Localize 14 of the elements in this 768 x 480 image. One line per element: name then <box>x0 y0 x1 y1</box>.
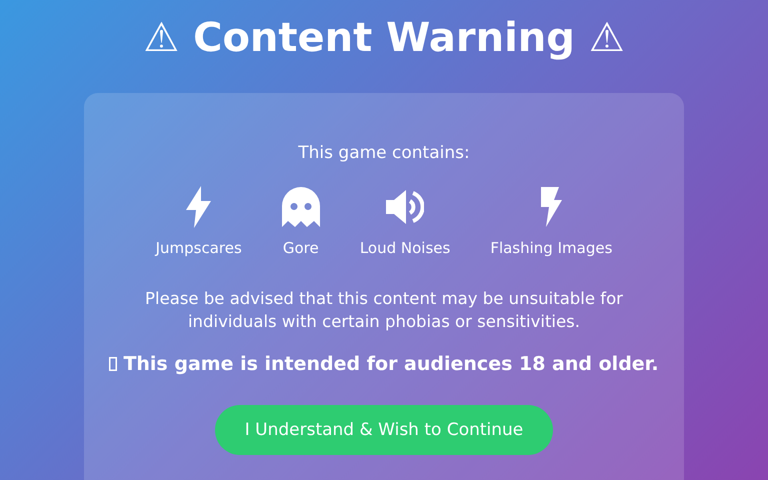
age-notice: This game is intended for audiences 18 and older. <box>123 353 659 375</box>
ghost-icon <box>282 187 320 227</box>
lightning-bolt-icon <box>539 187 564 227</box>
content-label: Loud Noises <box>360 239 450 257</box>
lightning-bolt-icon <box>186 186 212 228</box>
content-label: Jumpscares <box>156 239 242 257</box>
content-label: Flashing Images <box>490 239 612 257</box>
intro-text: This game contains: <box>298 143 470 163</box>
page-title: ⚠ Content Warning ⚠ <box>143 14 625 63</box>
content-label: Gore <box>282 239 319 257</box>
missing-glyph-icon <box>109 357 118 371</box>
speaker-icon <box>386 189 424 225</box>
continue-button[interactable]: I Understand & Wish to Continue <box>214 405 554 455</box>
advisory-text: Please be advised that this content may be unsuitable for individuals with certain phobias or sensitivities. <box>144 288 624 333</box>
